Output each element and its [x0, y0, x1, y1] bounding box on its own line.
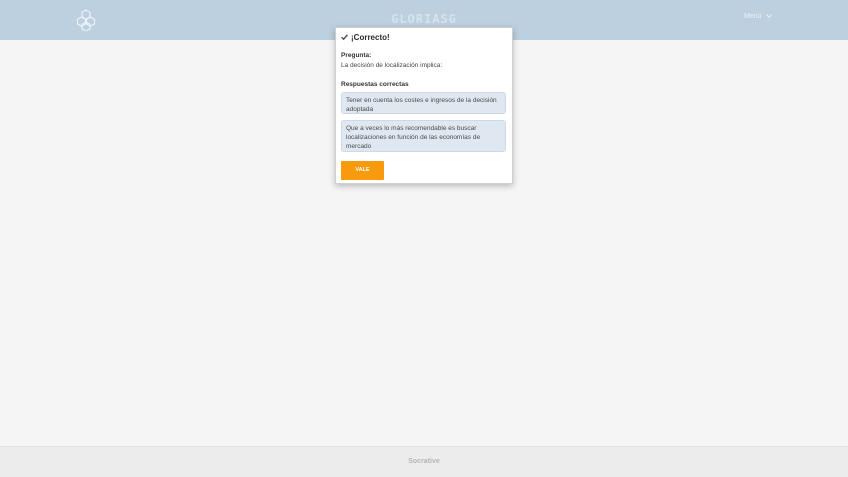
question-text: La decisión de localización implica: — [341, 62, 443, 69]
footer: Socrative — [0, 446, 848, 477]
chevron-down-icon — [765, 13, 772, 20]
question-label: Pregunta: — [341, 52, 372, 59]
dialog-title: ¡Correcto! — [341, 33, 390, 42]
checkmark-icon — [341, 33, 348, 42]
ok-button[interactable]: VALE — [341, 161, 384, 180]
result-dialog: ¡Correcto! Pregunta: La decisión de loca… — [335, 27, 513, 184]
user-menu[interactable]: Menú — [744, 13, 772, 20]
correct-answer-item: Tener en cuenta los costes e ingresos de… — [341, 92, 506, 114]
user-menu-label: Menú — [744, 13, 762, 20]
dialog-title-text: ¡Correcto! — [351, 33, 390, 42]
correct-answer-item: Que a veces lo más recomendable es busca… — [341, 120, 506, 152]
footer-brand-text: Socrative — [408, 458, 440, 465]
correct-answers-label: Respuestas correctas — [341, 81, 409, 88]
room-name: GLORIASG — [391, 12, 457, 26]
